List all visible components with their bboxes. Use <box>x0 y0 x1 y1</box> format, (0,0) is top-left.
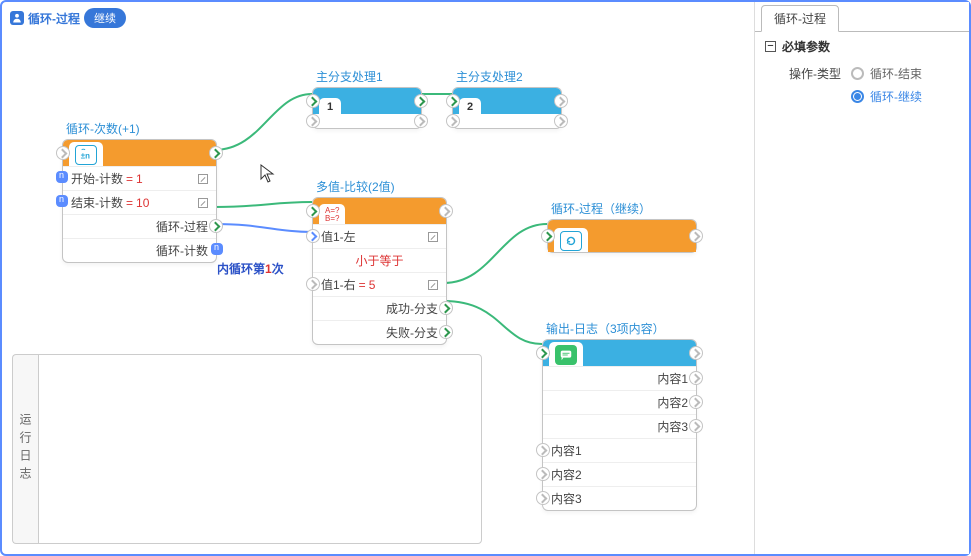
node-loop[interactable]: 循环-次数(+1) ±n 开始-计数 = 1 结束-计数 = <box>62 120 217 263</box>
person-icon <box>10 11 24 25</box>
port-in[interactable] <box>306 204 320 218</box>
sidebar: 循环-过程 − 必填参数 操作-类型 循环-结束 循环-继续 <box>754 2 969 554</box>
port-out[interactable] <box>209 146 223 160</box>
chat-icon <box>555 345 577 365</box>
port-b2-out2[interactable] <box>554 114 568 128</box>
port-fail[interactable] <box>439 325 453 339</box>
radio-loop-end[interactable]: 循环-结束 <box>851 65 959 82</box>
port-r1[interactable] <box>689 371 703 385</box>
cursor-icon <box>260 164 276 184</box>
port-l3[interactable] <box>536 491 550 505</box>
node-loopproc-title: 循环-过程（继续） <box>547 200 697 217</box>
port-start-in[interactable] <box>56 171 68 183</box>
log-body[interactable] <box>38 354 482 544</box>
radio-loop-continue[interactable]: 循环-继续 <box>851 88 959 105</box>
port-in[interactable] <box>306 94 320 108</box>
sidebar-section[interactable]: − 必填参数 <box>755 32 969 61</box>
compare-icon: A=?B=? <box>325 207 339 223</box>
port-in[interactable] <box>56 146 70 160</box>
log-panel: 运行日志 <box>12 354 482 544</box>
port-succ[interactable] <box>439 301 453 315</box>
refresh-icon <box>560 231 582 251</box>
port-proc-out[interactable] <box>209 219 223 233</box>
port-in[interactable] <box>536 346 550 360</box>
port-in[interactable] <box>541 229 555 243</box>
port-out[interactable] <box>414 94 428 108</box>
port-end-in[interactable] <box>56 195 68 207</box>
canvas[interactable]: 循环-过程 继续 循环-次数(+1) ±n <box>2 2 754 554</box>
node-loop-title: 循环-次数(+1) <box>62 120 217 137</box>
port-l1[interactable] <box>536 443 550 457</box>
port-count-out[interactable] <box>211 243 223 255</box>
port-b1-out2[interactable] <box>414 114 428 128</box>
node-loopproc[interactable]: 循环-过程（继续） <box>547 200 697 253</box>
port-v1r[interactable] <box>306 277 320 291</box>
port-v1l[interactable] <box>306 229 320 243</box>
port-r2[interactable] <box>689 395 703 409</box>
port-b2-in2[interactable] <box>446 114 460 128</box>
port-r3[interactable] <box>689 419 703 433</box>
node-branch1[interactable]: 主分支处理1 1 <box>312 68 422 129</box>
port-in[interactable] <box>446 94 460 108</box>
node-branch2[interactable]: 主分支处理2 2 <box>452 68 562 129</box>
svg-text:±n: ±n <box>81 152 90 161</box>
edit-icon[interactable] <box>428 232 438 242</box>
log-tab[interactable]: 运行日志 <box>12 354 38 544</box>
inner-loop-label: 内循环第1次 <box>217 260 284 277</box>
edit-icon[interactable] <box>428 280 438 290</box>
title-pill: 继续 <box>84 8 126 28</box>
sidebar-field-op-type: 操作-类型 循环-结束 循环-继续 <box>755 61 969 109</box>
node-branch1-title: 主分支处理1 <box>312 68 422 85</box>
node-output-title: 输出-日志（3项内容） <box>542 320 697 337</box>
edit-icon[interactable] <box>198 198 208 208</box>
port-out[interactable] <box>554 94 568 108</box>
port-out[interactable] <box>689 346 703 360</box>
edit-icon[interactable] <box>198 174 208 184</box>
port-out[interactable] <box>689 229 703 243</box>
loop-icon: ±n <box>75 145 97 165</box>
title-bar: 循环-过程 继续 <box>10 8 126 28</box>
port-out[interactable] <box>439 204 453 218</box>
node-compare-title: 多值-比较(2值) <box>312 178 447 195</box>
node-branch2-title: 主分支处理2 <box>452 68 562 85</box>
port-b1-in2[interactable] <box>306 114 320 128</box>
node-output[interactable]: 输出-日志（3项内容） 内容1 内容2 内容3 内容1 内容2 内容3 <box>542 320 697 511</box>
node-compare[interactable]: 多值-比较(2值) A=?B=? 值1-左 小于等于 值1-右 = 5 <box>312 178 447 345</box>
page-title: 循环-过程 <box>28 10 80 27</box>
sidebar-tab[interactable]: 循环-过程 <box>761 5 839 32</box>
port-l2[interactable] <box>536 467 550 481</box>
collapse-icon[interactable]: − <box>765 41 776 52</box>
